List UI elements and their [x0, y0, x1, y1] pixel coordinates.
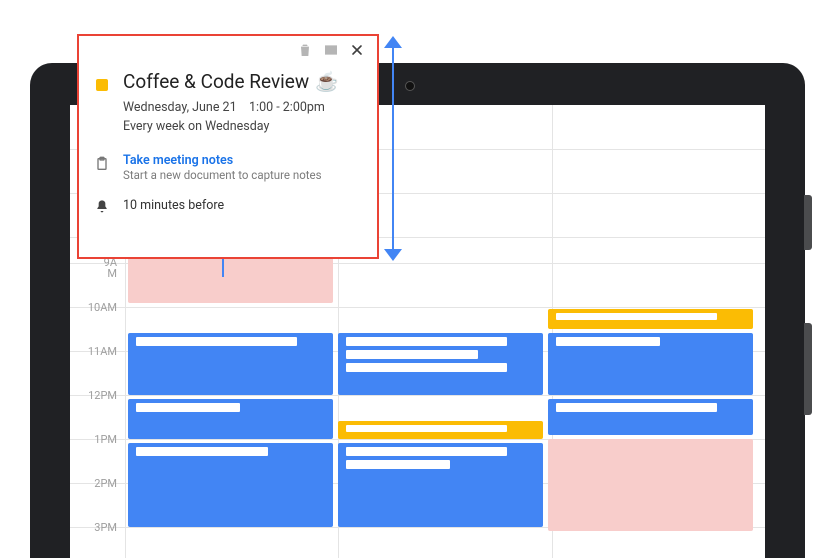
event-recurrence: Every week on Wednesday [123, 119, 269, 134]
calendar-event[interactable] [128, 399, 333, 439]
bell-icon [93, 196, 111, 215]
coffee-emoji: ☕ [315, 70, 339, 93]
event-title-text: Coffee & Code Review [123, 70, 309, 93]
time-label-1pm: 1PM [70, 433, 125, 476]
tablet-bezel-left [30, 103, 70, 558]
tablet-power-button[interactable] [804, 195, 812, 250]
event-reminder: 10 minutes before [123, 198, 365, 213]
trash-icon [297, 42, 313, 58]
time-label-12pm: 12PM [70, 389, 125, 432]
tablet-bezel-right [765, 103, 805, 558]
event-color-dot [96, 79, 108, 91]
event-details-popup: Coffee & Code Review ☕ Wednesday, June 2… [77, 34, 379, 259]
time-label-2pm: 2PM [70, 477, 125, 520]
calendar-event[interactable] [128, 333, 333, 395]
event-title: Coffee & Code Review ☕ [123, 70, 365, 93]
event-datetime: Wednesday, June 21 1:00 - 2:00pm [123, 100, 325, 115]
close-popup-button[interactable] [349, 42, 365, 62]
tablet-volume-button[interactable] [804, 323, 812, 415]
resize-indicator-arrow [384, 36, 402, 261]
delete-event-button[interactable] [297, 42, 313, 62]
calendar-event[interactable] [338, 421, 543, 439]
calendar-event[interactable] [548, 399, 753, 435]
close-icon [349, 42, 365, 58]
calendar-event[interactable] [338, 443, 543, 527]
time-label-10am: 10AM [70, 301, 125, 344]
clipboard-icon [93, 153, 111, 172]
chevron-down-icon [384, 249, 402, 261]
calendar-event[interactable] [548, 309, 753, 329]
calendar-event[interactable] [338, 333, 543, 395]
take-notes-subtext: Start a new document to capture notes [123, 168, 365, 182]
calendar-event[interactable] [548, 333, 753, 395]
tablet-camera [405, 81, 415, 91]
email-guests-button[interactable] [323, 42, 339, 62]
time-label-11am: 11AM [70, 345, 125, 388]
calendar-event[interactable] [548, 439, 753, 531]
calendar-event[interactable] [128, 443, 333, 527]
take-meeting-notes-link[interactable]: Take meeting notes [123, 153, 365, 168]
popup-anchor-line [222, 259, 224, 277]
time-label-9am: 9A M [70, 257, 125, 300]
mail-icon [323, 42, 339, 58]
time-label-3pm: 3PM [70, 521, 125, 558]
